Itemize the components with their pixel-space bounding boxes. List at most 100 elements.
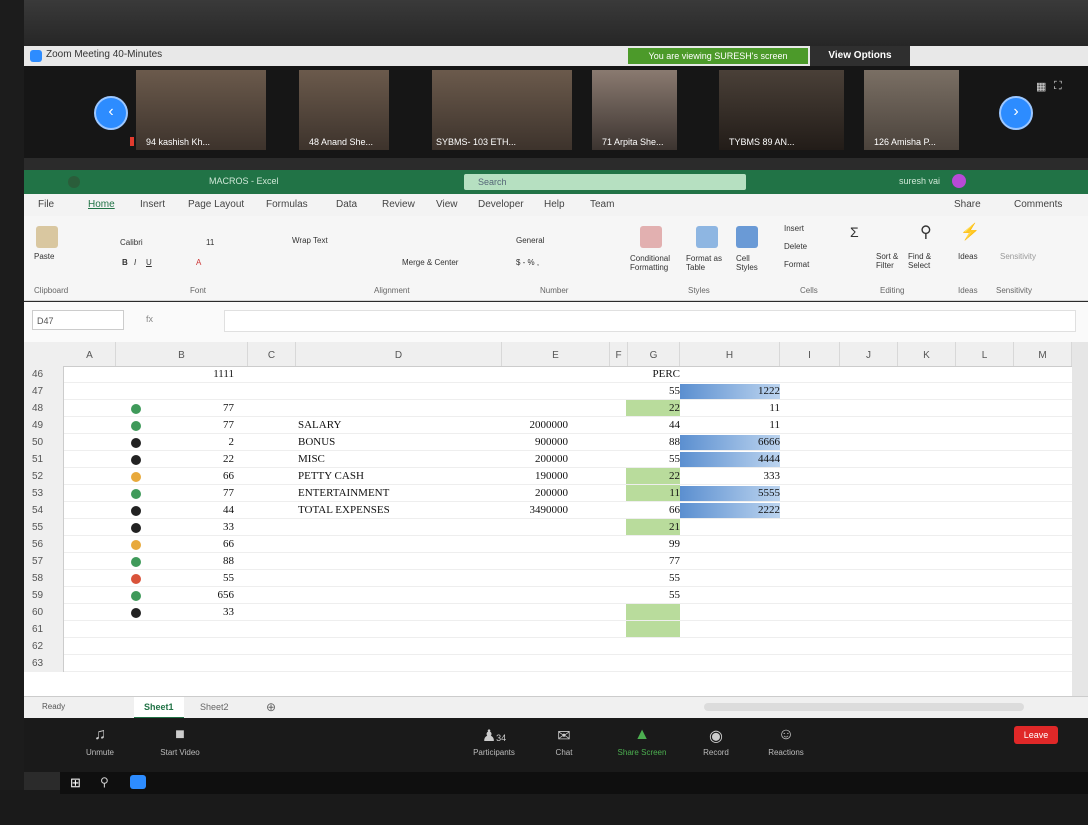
reactions-button[interactable]: Reactions <box>746 748 826 757</box>
cell-b[interactable]: 22 <box>154 451 234 468</box>
cell-e[interactable] <box>454 400 568 417</box>
cell-g[interactable]: 66 <box>628 502 680 519</box>
cell-h[interactable] <box>680 366 780 383</box>
leave-meeting-button[interactable]: Leave <box>1014 726 1058 744</box>
tab-view[interactable]: View <box>436 199 458 210</box>
reactions-icon[interactable]: ☺ <box>746 726 826 744</box>
cell-h[interactable] <box>680 638 780 655</box>
participant-tile[interactable]: SYBMS- 103 ETH... <box>432 70 572 150</box>
row-header[interactable]: 46 <box>24 366 64 383</box>
ideas-icon[interactable]: ⚡ <box>960 222 980 242</box>
sort-filter-button[interactable]: Sort & Filter <box>876 252 906 270</box>
cell-b[interactable]: 33 <box>154 519 234 536</box>
cell-h[interactable] <box>680 553 780 570</box>
column-header[interactable]: A <box>64 342 116 366</box>
cell-g[interactable]: 55 <box>628 383 680 400</box>
cell-b[interactable]: 77 <box>154 417 234 434</box>
cell-b[interactable]: 2 <box>154 434 235 451</box>
font-color-icon[interactable]: A <box>196 258 201 267</box>
cell-g[interactable] <box>628 638 680 655</box>
cell-d[interactable]: BONUS <box>298 434 335 451</box>
row-header[interactable]: 47 <box>24 383 64 400</box>
cell-g[interactable]: 55 <box>628 451 680 468</box>
cell-b[interactable]: 88 <box>154 553 234 570</box>
format-as-table-icon[interactable] <box>696 226 718 248</box>
cell-e[interactable] <box>454 553 568 570</box>
tab-home[interactable]: Home <box>88 199 115 210</box>
column-header[interactable]: J <box>840 342 898 366</box>
video-camera-icon[interactable]: ■ <box>140 726 220 744</box>
cell-g[interactable]: PERC <box>628 366 680 383</box>
row-header[interactable]: 56 <box>24 536 64 553</box>
column-header[interactable]: G <box>628 342 680 366</box>
cell-d[interactable]: PETTY CASH <box>298 468 364 485</box>
column-header[interactable]: E <box>502 342 610 366</box>
cell-g[interactable]: 55 <box>628 570 680 587</box>
row-header[interactable]: 60 <box>24 604 64 621</box>
record-icon[interactable]: ◉ <box>676 726 756 746</box>
tab-file[interactable]: File <box>38 199 54 210</box>
cell-d[interactable]: TOTAL EXPENSES <box>298 502 390 519</box>
row-header[interactable]: 51 <box>24 451 64 468</box>
cell-g[interactable] <box>628 621 680 638</box>
view-options-button[interactable]: View Options <box>810 46 910 66</box>
row-header[interactable]: 52 <box>24 468 64 485</box>
cell-g[interactable]: 55 <box>628 587 680 604</box>
spreadsheet-grid[interactable]: ABCDEFGHIJKLM 46 1111 PERC 47 55 1222 48 77 22 11… <box>24 342 1072 696</box>
underline-button[interactable]: U <box>146 258 152 267</box>
cell-b[interactable]: 66 <box>154 536 234 553</box>
unmute-button[interactable]: Unmute <box>60 748 140 757</box>
cell-g[interactable]: 11 <box>628 485 680 502</box>
participants-icon[interactable]: ♟34 <box>454 726 534 746</box>
search-icon[interactable]: ⚲ <box>920 222 932 242</box>
cell-h[interactable]: 333 <box>680 468 781 485</box>
cell-g[interactable] <box>628 604 680 621</box>
bold-button[interactable]: B <box>122 258 128 267</box>
cell-d[interactable]: MISC <box>298 451 325 468</box>
format-cells-button[interactable]: Format <box>784 260 809 269</box>
row-header[interactable]: 59 <box>24 587 64 604</box>
record-button[interactable]: Record <box>676 748 756 757</box>
column-header[interactable]: K <box>898 342 956 366</box>
cell-g[interactable]: 88 <box>628 434 680 451</box>
avatar[interactable] <box>952 174 966 188</box>
share-screen-icon[interactable]: ▲ <box>602 726 682 744</box>
column-header[interactable]: M <box>1014 342 1072 366</box>
tab-developer[interactable]: Developer <box>478 199 524 210</box>
cell-g[interactable]: 21 <box>628 519 680 536</box>
tab-review[interactable]: Review <box>382 199 415 210</box>
chat-button[interactable]: Chat <box>524 748 604 757</box>
column-header[interactable]: C <box>248 342 296 366</box>
find-select-button[interactable]: Find & Select <box>908 252 938 270</box>
participant-tile[interactable]: 94 kashish Kh... <box>130 70 266 150</box>
row-header[interactable]: 50 <box>24 434 64 451</box>
gallery-prev-button[interactable]: ‹ <box>94 96 128 130</box>
row-header[interactable]: 62 <box>24 638 64 655</box>
row-header[interactable]: 49 <box>24 417 64 434</box>
row-header[interactable]: 53 <box>24 485 64 502</box>
cell-h[interactable] <box>680 570 780 587</box>
cell-b[interactable]: 44 <box>154 502 234 519</box>
participant-tile[interactable]: TYBMS 89 AN... <box>719 70 844 150</box>
column-header[interactable]: L <box>956 342 1014 366</box>
cell-g[interactable]: 22 <box>628 468 680 485</box>
cell-h[interactable] <box>680 587 780 604</box>
sensitivity-button[interactable]: Sensitivity <box>1000 252 1036 261</box>
zoom-app-icon[interactable] <box>130 775 146 789</box>
gallery-view-icon[interactable]: ▦ <box>1036 80 1046 93</box>
cell-g[interactable]: 22 <box>628 400 680 417</box>
cell-g[interactable]: 99 <box>628 536 680 553</box>
cell-h[interactable]: 11 <box>680 417 780 434</box>
cell-b[interactable]: 656 <box>154 587 235 604</box>
cell-b[interactable]: 66 <box>154 468 234 485</box>
cell-d[interactable]: SALARY <box>298 417 341 434</box>
cell-e[interactable]: 200000 <box>454 451 568 468</box>
cell-e[interactable] <box>454 604 568 621</box>
conditional-formatting-icon[interactable] <box>640 226 662 248</box>
autosum-icon[interactable]: Σ <box>850 224 859 240</box>
cell-styles-button[interactable]: Cell Styles <box>736 254 766 272</box>
tab-data[interactable]: Data <box>336 199 357 210</box>
cell-h[interactable]: 2222 <box>680 502 780 519</box>
sheet-tab-sheet2[interactable]: Sheet2 <box>190 697 239 717</box>
row-header[interactable]: 63 <box>24 655 64 672</box>
